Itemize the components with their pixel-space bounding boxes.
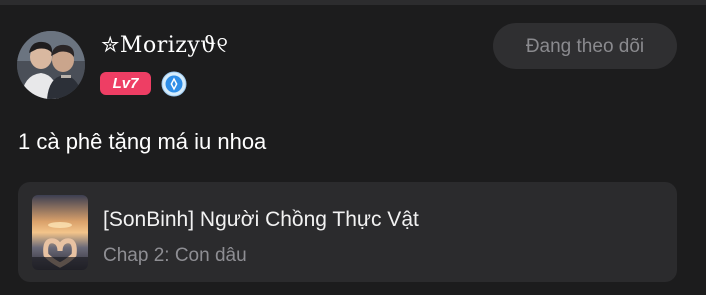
manga-title: [SonBinh] Người Chồng Thực Vật	[103, 208, 419, 231]
following-button[interactable]: Đang theo dõi	[493, 23, 677, 69]
manga-cover-image	[32, 195, 88, 270]
username[interactable]: ✮Morizyϑ୧	[101, 32, 228, 60]
gift-message: 1 cà phê tặng má iu nhoa	[18, 129, 267, 154]
rank-emblem-icon	[161, 71, 187, 97]
manga-chapter: Chap 2: Con dâu	[103, 245, 247, 266]
level-badge: Lv7	[100, 72, 151, 95]
top-divider	[0, 0, 706, 5]
manga-card[interactable]: [SonBinh] Người Chồng Thực Vật Chap 2: C…	[18, 182, 677, 282]
gift-post: ✮Morizyϑ୧ Lv7 Đang theo dõi 1 cà phê tặn…	[0, 0, 706, 295]
avatar[interactable]	[17, 31, 85, 99]
